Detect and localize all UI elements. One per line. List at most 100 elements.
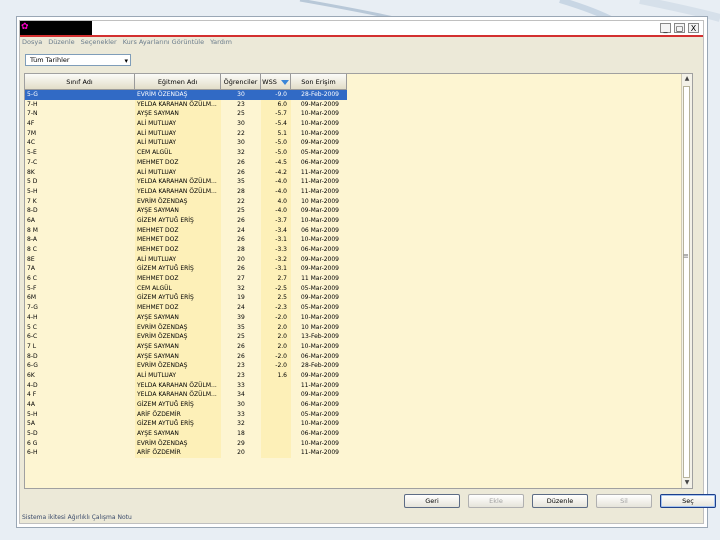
wss-cell: -2.0	[261, 312, 291, 323]
table-row[interactable]: 7 K EVRİM ÖZENDAŞ 22 4.0 10 Mar-2009	[25, 196, 347, 207]
table-row[interactable]: 7-C MEHMET DOZ 26 -4.5 06-Mar-2009	[25, 157, 347, 168]
scroll-thumb[interactable]	[683, 86, 690, 478]
instructor-cell: EVRİM ÖZENDAŞ	[135, 196, 221, 207]
table-row[interactable]: 4 F YELDA KARAHAN ÖZÜLM... 34 09-Mar-2009	[25, 390, 347, 400]
table-row[interactable]: 5-E CEM ALGÜL 32 -5.0 05-Mar-2009	[25, 148, 347, 158]
table-row[interactable]: 4-H AYŞE SAYMAN 39 -2.0 10-Mar-2009	[25, 312, 347, 323]
class-name-cell: 8E	[27, 255, 35, 263]
table-row[interactable]: 4A GİZEM AYTUĞ ERİŞ 30 06-Mar-2009	[25, 400, 347, 410]
last-access-cell: 11-Mar-2009	[300, 187, 339, 195]
table-row[interactable]: 7-H YELDA KARAHAN ÖZÜLM... 23 6.0 09-Mar-200…	[25, 99, 347, 110]
instructor-cell: GİZEM AYTUĞ ERİŞ	[135, 264, 221, 275]
column-header-students[interactable]: Öğrenciler	[221, 74, 261, 90]
class-name-cell: 4 F	[27, 391, 37, 399]
students-cell: 26	[237, 158, 245, 166]
students-cell: 22	[237, 129, 245, 137]
delete-button[interactable]: Sil	[596, 494, 652, 508]
table-row[interactable]: 8K ALİ MUTLUAY 26 -4.2 11-Mar-2009	[25, 167, 347, 178]
students-cell: 18	[237, 430, 245, 438]
scroll-up-icon[interactable]: ▲	[682, 74, 692, 84]
vertical-scrollbar[interactable]: ▲ ≡ ▼	[681, 74, 692, 488]
table-row[interactable]: 5 C EVRİM ÖZENDAŞ 35 2.0 10 Mar-2009	[25, 322, 347, 333]
table-row[interactable]: 5-D AYŞE SAYMAN 18 06-Mar-2009	[25, 429, 347, 439]
wss-cell: 1.6	[261, 370, 291, 381]
last-access-cell: 06-Mar-2009	[300, 158, 339, 166]
wss-cell: -2.5	[261, 283, 291, 294]
table-row[interactable]: 6 C MEHMET DOZ 27 2.7 11 Mar-2009	[25, 274, 347, 284]
table-row[interactable]: 6K ALİ MUTLUAY 23 1.6 09-Mar-2009	[25, 370, 347, 381]
table-row[interactable]: 6M GİZEM AYTUĞ ERİŞ 19 2.5 09-Mar-2009	[25, 293, 347, 304]
wss-cell: -4.0	[261, 177, 291, 187]
table-row[interactable]: 7-N AYŞE SAYMAN 25 -5.7 10-Mar-2009	[25, 109, 347, 120]
last-access-cell: 06-Mar-2009	[300, 401, 339, 408]
table-row[interactable]: 8 M MEHMET DOZ 24 -3.4 06 Mar-2009	[25, 225, 347, 236]
wss-cell: -3.4	[261, 225, 291, 236]
table-row[interactable]: 6A GİZEM AYTUĞ ERİŞ 26 -3.7 10-Mar-2009	[25, 215, 347, 226]
table-row[interactable]: 5-F CEM ALGÜL 32 -2.5 05-Mar-2009	[25, 283, 347, 294]
wss-cell: -3.2	[261, 254, 291, 265]
menu-item-help[interactable]: Yardım	[210, 38, 232, 50]
students-cell: 33	[237, 410, 245, 418]
table-row[interactable]: 7M ALİ MUTLUAY 22 5.1 10-Mar-2009	[25, 128, 347, 139]
class-name-cell: 5-D	[27, 430, 38, 438]
menu-item-edit[interactable]: Düzenle	[48, 38, 74, 50]
table-row[interactable]: 6-H ARİF ÖZDEMİR 20 11-Mar-2009	[25, 448, 347, 459]
instructor-cell: MEHMET DOZ	[135, 274, 221, 284]
table-row[interactable]: 4F ALİ MUTLUAY 30 -5.4 10-Mar-2009	[25, 119, 347, 129]
menu-item-file[interactable]: Dosya	[22, 38, 42, 50]
last-access-cell: 06-Mar-2009	[300, 246, 339, 253]
class-name-cell: 8 C	[27, 246, 37, 253]
table-row[interactable]: 5-H ARİF ÖZDEMİR 33 05-Mar-2009	[25, 409, 347, 420]
instructor-cell: YELDA KARAHAN ÖZÜLM...	[135, 99, 221, 110]
add-button[interactable]: Ekle	[468, 494, 524, 508]
students-cell: 20	[237, 255, 245, 263]
column-header-instructor[interactable]: Eğitmen Adı	[135, 74, 221, 90]
restore-button[interactable]: ▢	[674, 23, 685, 33]
column-header-wss[interactable]: WSS	[261, 74, 291, 90]
instructor-cell: ARİF ÖZDEMİR	[135, 409, 221, 420]
last-access-cell: 28-Feb-2009	[301, 91, 339, 98]
table-row[interactable]: 8-D AYŞE SAYMAN 25 -4.0 09-Mar-2009	[25, 206, 347, 216]
status-bar: Sistema ikitesi Ağırlıklı Çalışma Notu	[22, 514, 132, 521]
instructor-cell: ALİ MUTLUAY	[135, 167, 221, 178]
table-row[interactable]: 8-D AYŞE SAYMAN 26 -2.0 06-Mar-2009	[25, 351, 347, 362]
scroll-down-icon[interactable]: ▼	[682, 478, 692, 488]
last-access-cell: 11-Mar-2009	[300, 178, 339, 186]
instructor-cell: EVRİM ÖZENDAŞ	[135, 438, 221, 449]
close-button[interactable]: X	[688, 23, 699, 33]
instructor-cell: MEHMET DOZ	[135, 235, 221, 245]
column-header-class[interactable]: Sınıf Adı	[25, 74, 135, 90]
table-row[interactable]: 6 G EVRİM ÖZENDAŞ 29 10-Mar-2009	[25, 438, 347, 449]
students-cell: 25	[237, 333, 245, 341]
select-button[interactable]: Seç	[660, 494, 716, 508]
table-row[interactable]: 5 D YELDA KARAHAN ÖZÜLM... 35 -4.0 11-Mar-20…	[25, 177, 347, 187]
last-access-cell: 09-Mar-2009	[300, 207, 339, 215]
table-row[interactable]: 8E ALİ MUTLUAY 20 -3.2 09-Mar-2009	[25, 254, 347, 265]
class-name-cell: 6A	[27, 216, 35, 224]
table-row[interactable]: 4-D YELDA KARAHAN ÖZÜLM... 33 11-Mar-2009	[25, 380, 347, 391]
table-row[interactable]: 7A GİZEM AYTUĞ ERİŞ 26 -3.1 09-Mar-2009	[25, 264, 347, 275]
table-row[interactable]: 8 C MEHMET DOZ 28 -3.3 06-Mar-2009	[25, 245, 347, 255]
class-name-cell: 8 M	[27, 226, 38, 234]
date-filter-dropdown[interactable]: Tüm Tarihler ▾	[25, 54, 131, 66]
menu-item-options[interactable]: Seçenekler	[81, 38, 117, 50]
minimize-button[interactable]: _	[660, 23, 671, 33]
class-name-cell: 6 C	[27, 275, 37, 283]
instructor-cell: ALİ MUTLUAY	[135, 138, 221, 149]
table-row[interactable]: 7-G MEHMET DOZ 24 -2.3 05-Mar-2009	[25, 303, 347, 313]
wss-cell: 2.0	[261, 341, 291, 352]
menu-item-course-settings[interactable]: Kurs Ayarlarını Görüntüle	[123, 38, 204, 50]
table-row[interactable]: 6-C EVRİM ÖZENDAŞ 25 2.0 13-Feb-2009	[25, 332, 347, 342]
table-row[interactable]: 7 L AYŞE SAYMAN 26 2.0 10-Mar-2009	[25, 341, 347, 352]
wss-cell: 2.0	[261, 322, 291, 333]
edit-button[interactable]: Düzenle	[532, 494, 588, 508]
table-row[interactable]: 5-H YELDA KARAHAN ÖZÜLM... 28 -4.0 11-Mar-20…	[25, 186, 347, 197]
column-header-last-access[interactable]: Son Erişim	[291, 74, 347, 90]
table-row[interactable]: 5-G EVRİM ÖZENDAŞ 30 -9.0 28-Feb-2009	[25, 90, 347, 100]
class-name-cell: 5-E	[27, 149, 37, 157]
table-row[interactable]: 4C ALİ MUTLUAY 30 -5.0 09-Mar-2009	[25, 138, 347, 149]
table-row[interactable]: 5A GİZEM AYTUĞ ERİŞ 32 10-Mar-2009	[25, 419, 347, 430]
back-button[interactable]: Geri	[404, 494, 460, 508]
table-row[interactable]: 6-G EVRİM ÖZENDAŞ 23 -2.0 28-Feb-2009	[25, 361, 347, 371]
table-row[interactable]: 8-A MEHMET DOZ 26 -3.1 10-Mar-2009	[25, 235, 347, 245]
